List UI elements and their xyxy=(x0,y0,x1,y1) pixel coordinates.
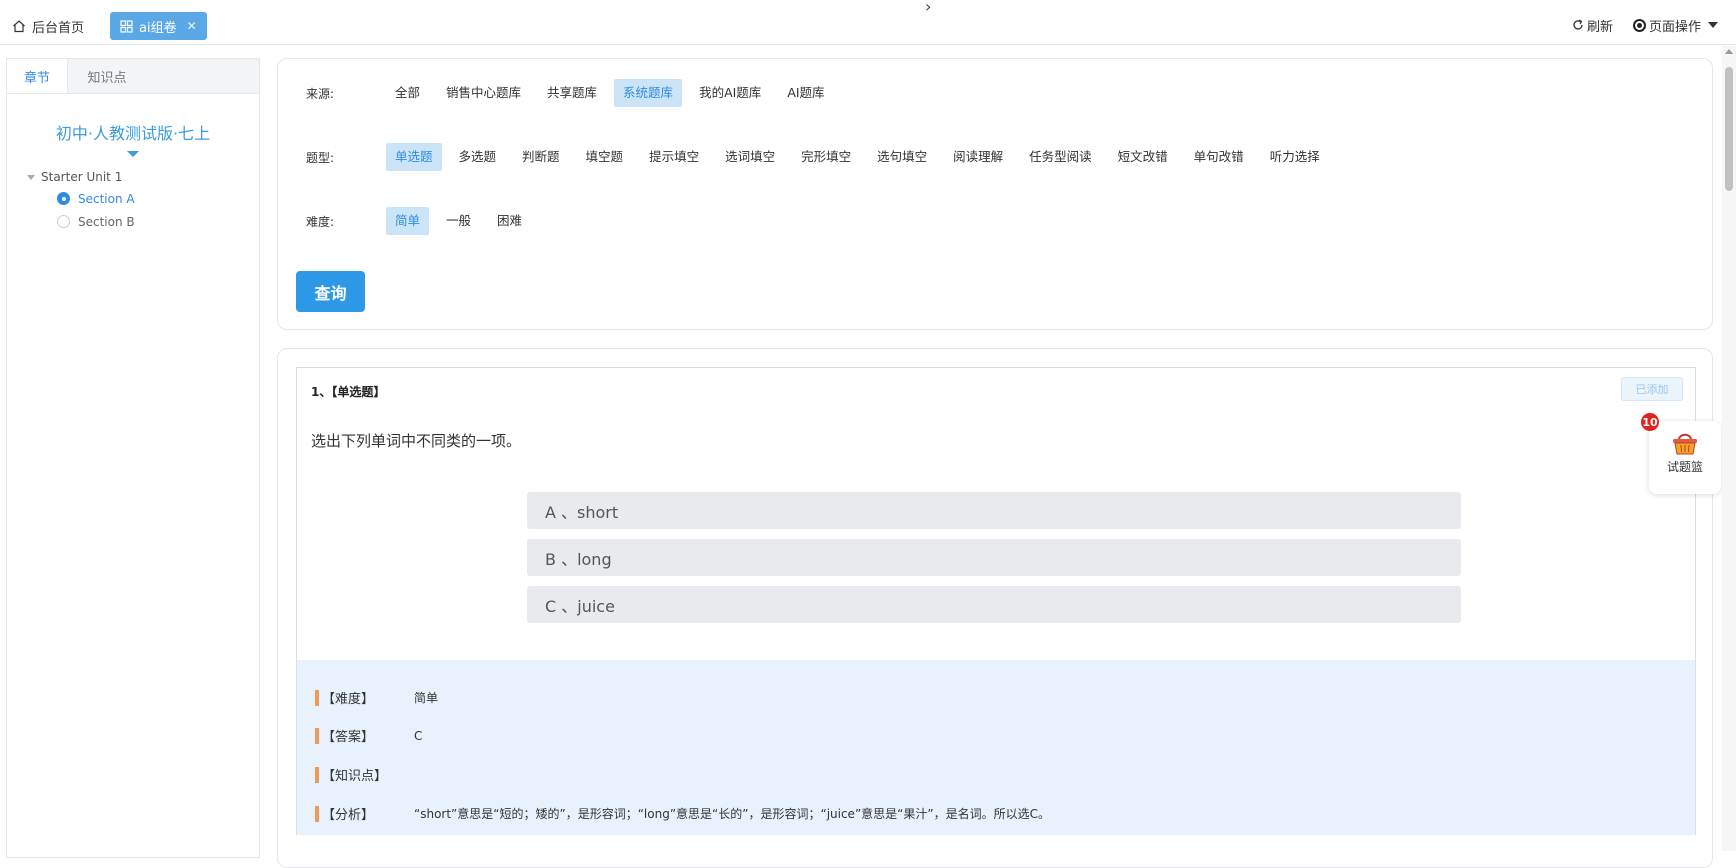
type-chip[interactable]: 任务型阅读 xyxy=(1020,143,1101,171)
question-header: 1、【单选题】 xyxy=(311,385,386,399)
refresh-button[interactable]: 刷新 xyxy=(1572,16,1613,35)
type-chip[interactable]: 选词填空 xyxy=(716,143,784,171)
difficulty-chip[interactable]: 困难 xyxy=(488,207,531,235)
caret-down-icon xyxy=(1708,22,1718,28)
source-chip[interactable]: 全部 xyxy=(386,79,429,107)
left-tabs: 章节 知识点 xyxy=(7,59,259,94)
knowledge-row-label: 【知识点】 xyxy=(322,769,388,784)
page-ops-dropdown[interactable]: 页面操作 xyxy=(1632,16,1718,35)
knowledge-row: 【知识点】 xyxy=(315,765,414,784)
type-label: 题型: xyxy=(306,150,335,165)
source-chip[interactable]: 销售中心题库 xyxy=(437,79,530,107)
difficulty-row-value: 简单 xyxy=(414,691,439,705)
label-bar xyxy=(315,766,319,783)
type-chip[interactable]: 多选题 xyxy=(450,143,506,171)
difficulty-chip-selected[interactable]: 简单 xyxy=(386,207,430,235)
chevron-right-icon[interactable]: › xyxy=(925,0,931,15)
basket-icon xyxy=(1673,433,1697,455)
answer-row: 【答案】 C xyxy=(315,726,422,745)
difficulty-chip[interactable]: 一般 xyxy=(437,207,480,235)
option-b[interactable]: B 、long xyxy=(527,539,1461,576)
source-chip[interactable]: 我的AI题库 xyxy=(690,79,770,107)
answer-row-value: C xyxy=(414,728,423,743)
added-button[interactable]: 已添加 xyxy=(1621,377,1683,401)
analysis-row-label: 【分析】 xyxy=(322,808,375,823)
difficulty-row-label: 【难度】 xyxy=(322,692,375,707)
radio-checked-icon[interactable] xyxy=(57,192,70,205)
tab-ai-paper-label: ai组卷 xyxy=(139,20,177,36)
page-scrollbar[interactable] xyxy=(1722,46,1736,851)
source-chip[interactable]: 共享题库 xyxy=(538,79,606,107)
difficulty-label: 难度: xyxy=(306,214,335,229)
option-c[interactable]: C 、juice xyxy=(527,586,1461,623)
label-bar xyxy=(315,689,319,706)
tab-knowledge[interactable]: 知识点 xyxy=(68,59,146,93)
chapter-panel: 章节 知识点 初中·人教测试版·七上 Starter Unit 1 Sectio… xyxy=(6,58,260,858)
type-chip[interactable]: 听力选择 xyxy=(1261,143,1329,171)
type-chip[interactable]: 提示填空 xyxy=(640,143,708,171)
tree-section-b[interactable]: Section B xyxy=(57,210,259,233)
tree-unit-label: Starter Unit 1 xyxy=(41,170,123,184)
type-chip[interactable]: 短文改错 xyxy=(1109,143,1177,171)
tab-home[interactable]: 后台首页 xyxy=(12,13,84,39)
tab-chapter[interactable]: 章节 xyxy=(7,59,68,93)
refresh-icon xyxy=(1573,19,1583,30)
source-chip-selected[interactable]: 系统题库 xyxy=(614,79,683,107)
top-bar: › 后台首页 ai组卷 ✕ 刷新 页面操作 xyxy=(0,0,1736,45)
answer-row-label: 【答案】 xyxy=(322,730,375,745)
type-chip[interactable]: 判断题 xyxy=(513,143,569,171)
page-ops-label: 页面操作 xyxy=(1648,19,1701,35)
type-chip[interactable]: 单句改错 xyxy=(1185,143,1253,171)
question-card: 1、【单选题】 已添加 选出下列单词中不同类的一项。 A 、short B 、l… xyxy=(296,367,1696,835)
query-button[interactable]: 查询 xyxy=(296,271,365,312)
book-title[interactable]: 初中·人教测试版·七上 xyxy=(7,120,259,144)
tree-section-a[interactable]: Section A xyxy=(57,187,259,210)
source-filter: 来源: 全部 销售中心题库 共享题库 系统题库 我的AI题库 AI题库 xyxy=(306,79,842,107)
analysis-section: 【难度】 简单 【答案】 C 【知识点】 【分析】 “short”意思是“短的；… xyxy=(297,660,1695,835)
label-bar xyxy=(315,727,319,744)
filter-panel: 来源: 全部 销售中心题库 共享题库 系统题库 我的AI题库 AI题库 题型: … xyxy=(277,58,1713,330)
label-bar xyxy=(315,805,319,822)
analysis-row: 【分析】 “short”意思是“短的；矮的”，是形容词；“long”意思是“长的… xyxy=(315,804,1050,823)
type-chip[interactable]: 填空题 xyxy=(577,143,633,171)
source-label: 来源: xyxy=(306,86,335,101)
tab-ai-paper[interactable]: ai组卷 ✕ xyxy=(110,12,207,40)
question-list: 1、【单选题】 已添加 选出下列单词中不同类的一项。 A 、short B 、l… xyxy=(277,348,1713,868)
top-actions: 刷新 页面操作 xyxy=(1572,12,1718,38)
basket-label: 试题篮 xyxy=(1666,460,1703,474)
difficulty-row: 【难度】 简单 xyxy=(315,688,438,707)
home-icon xyxy=(13,20,25,33)
type-chip[interactable]: 阅读理解 xyxy=(944,143,1012,171)
basket-count-badge: 10 xyxy=(1640,412,1660,432)
analysis-row-value: “short”意思是“短的；矮的”，是形容词；“long”意思是“长的”，是形容… xyxy=(414,807,1050,821)
caret-down-icon[interactable] xyxy=(127,151,139,157)
caret-down-icon[interactable] xyxy=(27,174,35,180)
scroll-up-icon[interactable] xyxy=(1725,49,1733,54)
tab-home-label: 后台首页 xyxy=(32,20,85,36)
tree-unit[interactable]: Starter Unit 1 xyxy=(27,167,259,187)
refresh-label: 刷新 xyxy=(1586,19,1613,35)
radio-icon[interactable] xyxy=(57,215,70,228)
target-icon xyxy=(1632,18,1646,32)
chapter-tree: Starter Unit 1 Section A Section B xyxy=(7,167,259,233)
question-stem: 选出下列单词中不同类的一项。 xyxy=(311,432,522,450)
difficulty-filter: 难度: 简单 一般 困难 xyxy=(306,207,539,235)
question-basket[interactable]: 试题篮 xyxy=(1649,421,1721,494)
option-a[interactable]: A 、short xyxy=(527,492,1461,529)
grid-apps-icon xyxy=(120,19,133,33)
close-icon[interactable]: ✕ xyxy=(187,19,197,33)
type-chip-selected[interactable]: 单选题 xyxy=(386,143,442,171)
source-chip[interactable]: AI题库 xyxy=(778,79,833,107)
tree-section-label: Section A xyxy=(78,191,135,206)
type-filter: 题型: 单选题 多选题 判断题 填空题 提示填空 选词填空 完形填空 选句填空 … xyxy=(306,143,1337,171)
type-chip[interactable]: 选句填空 xyxy=(868,143,936,171)
type-chip[interactable]: 完形填空 xyxy=(792,143,860,171)
tree-section-label: Section B xyxy=(78,214,135,229)
option-list: A 、short B 、long C 、juice xyxy=(527,492,1461,633)
scroll-thumb[interactable] xyxy=(1725,67,1733,191)
